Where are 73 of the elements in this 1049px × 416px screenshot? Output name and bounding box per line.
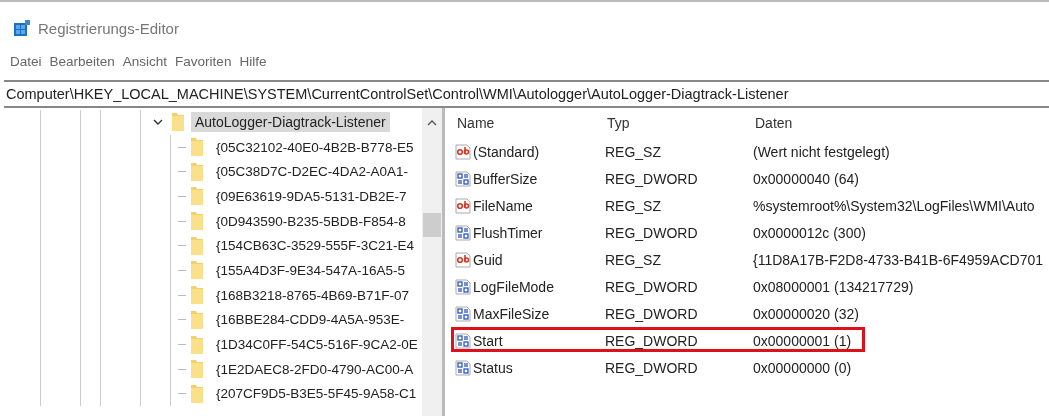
table-cell-text: REG_DWORD <box>605 278 699 295</box>
folder-icon <box>190 383 204 404</box>
table-cell-text: 0x00000020 (32) <box>753 305 860 322</box>
table-cell-text: {11D8A17B-F2D8-4733-B41B-6F4959ACD701 <box>753 251 1045 268</box>
value-name[interactable]: FlushTimer <box>473 224 543 241</box>
folder-icon <box>190 235 204 256</box>
folder-icon <box>190 359 204 380</box>
table-cell-text: %systemroot%\System32\LogFiles\WMI\Auto <box>753 197 1036 214</box>
value-name[interactable]: MaxFileSize <box>473 305 550 322</box>
menu-item[interactable]: Favoriten <box>175 53 232 69</box>
folder-icon <box>190 186 204 207</box>
value-name[interactable]: (Standard) <box>473 143 540 160</box>
scrollbar[interactable] <box>422 108 442 416</box>
binary-value-icon <box>455 305 471 322</box>
tree-item[interactable]: {16BBE284-CDD9-4A5A-953E- <box>212 310 409 330</box>
binary-value-icon <box>455 332 471 349</box>
folder-icon <box>190 334 204 355</box>
value-name[interactable]: Start <box>473 332 503 349</box>
table-cell-text: 0x00000000 (0) <box>753 359 853 376</box>
table-cell-text: REG_DWORD <box>605 224 699 241</box>
tree-item[interactable]: {154CB63C-3529-555F-3C21-E4 <box>212 236 419 256</box>
tree-item[interactable]: {155A4D3F-9E34-547A-16A5-5 <box>212 260 410 280</box>
value-name[interactable]: FileName <box>473 197 533 214</box>
table-cell-text: 0x00000001 (1) <box>753 332 853 349</box>
table-cell-text: (Wert nicht festgelegt) <box>753 143 891 160</box>
string-value-icon <box>455 143 471 160</box>
column-header[interactable]: Typ <box>607 115 755 131</box>
folder-icon <box>171 112 185 133</box>
column-header[interactable]: Name <box>451 115 607 131</box>
tree-item[interactable]: {0D943590-B235-5BDB-F854-8 <box>212 211 410 231</box>
menu-item[interactable]: Ansicht <box>122 53 168 69</box>
registry-app-icon <box>14 20 30 36</box>
window-title: Registrierungs-Editor <box>38 19 179 37</box>
folder-icon <box>190 260 204 281</box>
address-bar[interactable]: Computer\HKEY_LOCAL_MACHINE\SYSTEM\CurrentControlSet\Control\WMI\Autologger\AutoLogger-Diagtrack-Listener <box>4 80 1049 108</box>
table-cell-text: REG_DWORD <box>605 332 699 349</box>
table-cell-text: REG_DWORD <box>605 305 699 322</box>
tree-item[interactable]: AutoLogger-Diagtrack-Listener <box>191 112 390 133</box>
table-cell-text: REG_SZ <box>605 143 662 160</box>
binary-value-icon <box>455 359 471 376</box>
value-name[interactable]: Status <box>473 359 513 376</box>
table-cell-text: REG_SZ <box>605 251 662 268</box>
table-cell-text: 0x0000012c (300) <box>753 224 867 241</box>
column-header[interactable]: Daten <box>755 115 1049 131</box>
tree-item[interactable]: {207CF9D5-B3E5-5F45-9A58-C1 <box>212 384 421 404</box>
value-name[interactable]: BufferSize <box>473 170 538 187</box>
value-name[interactable]: Guid <box>473 251 503 268</box>
tree-item[interactable]: {1E2DAEC8-2FD0-4790-AC00-A <box>212 359 418 379</box>
table-cell-text: REG_DWORD <box>605 359 699 376</box>
table-cell-text: 0x00000040 (64) <box>753 170 860 187</box>
table-cell-text: REG_DWORD <box>605 170 699 187</box>
folder-icon <box>190 137 204 158</box>
binary-value-icon <box>455 170 471 187</box>
table-cell-text: 0x08000001 (134217729) <box>753 278 915 295</box>
tree-item[interactable]: {09E63619-9DA5-5131-DB2E-7 <box>212 186 411 206</box>
folder-icon <box>190 285 204 306</box>
scrollbar-thumb[interactable] <box>423 213 441 237</box>
string-value-icon <box>455 251 471 268</box>
tree-item[interactable]: {168B3218-8765-4B69-B71F-07 <box>212 285 413 305</box>
table-cell-text: REG_SZ <box>605 197 662 214</box>
binary-value-icon <box>455 224 471 241</box>
tree-item[interactable]: {05C32102-40E0-4B2B-B778-E5 <box>212 137 418 157</box>
folder-icon <box>190 211 204 232</box>
menu-item[interactable]: Hilfe <box>239 53 267 69</box>
tree-item[interactable]: {1D34C0FF-54C5-516F-9CA2-0E <box>212 335 422 355</box>
string-value-icon <box>455 197 471 214</box>
value-name[interactable]: LogFileMode <box>473 278 554 295</box>
folder-icon <box>190 161 204 182</box>
tree-item[interactable]: {05C38D7C-D2EC-4DA2-A0A1- <box>212 162 413 182</box>
menu-item[interactable]: Bearbeiten <box>49 53 115 69</box>
binary-value-icon <box>455 278 471 295</box>
menu-item[interactable]: Datei <box>10 53 42 69</box>
folder-icon <box>190 309 204 330</box>
